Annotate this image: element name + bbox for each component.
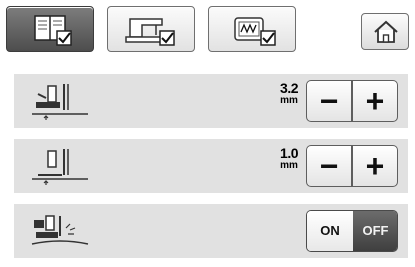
foot-pressure-increase-button[interactable]: + xyxy=(352,145,398,187)
presser-foot-pressure-icon xyxy=(32,149,88,185)
tab-settings-general[interactable] xyxy=(6,6,94,52)
foot-height-stepper: − + xyxy=(306,80,398,122)
tab-settings-embroidery[interactable] xyxy=(208,6,296,52)
foot-height-unit: mm xyxy=(280,95,298,106)
minus-icon: − xyxy=(319,148,339,184)
plus-icon: + xyxy=(365,83,385,119)
home-icon xyxy=(374,20,398,43)
foot-height-value: 3.2 mm xyxy=(280,81,298,106)
foot-pressure-decrease-button[interactable]: − xyxy=(306,145,352,187)
setting-row-pivot-sensor: ON OFF xyxy=(14,204,408,258)
plus-icon: + xyxy=(365,148,385,184)
foot-height-decrease-button[interactable]: − xyxy=(306,80,352,122)
settings-book-icon xyxy=(34,15,72,46)
pivot-sensor-icon xyxy=(31,215,89,245)
foot-height-number: 3.2 xyxy=(280,80,298,96)
foot-pressure-unit: mm xyxy=(280,160,298,171)
setting-row-foot-height: 3.2 mm − + xyxy=(14,74,408,128)
embroidery-frame-icon xyxy=(234,17,276,46)
setting-row-foot-pressure: 1.0 mm − + xyxy=(14,139,408,193)
toggle-off-option[interactable]: OFF xyxy=(353,211,397,251)
pivot-sensor-toggle[interactable]: ON OFF xyxy=(306,210,398,252)
top-tab-bar xyxy=(6,6,409,52)
presser-foot-height-icon xyxy=(32,84,88,120)
foot-pressure-value: 1.0 mm xyxy=(280,146,298,171)
sewing-machine-icon xyxy=(125,18,175,46)
tab-settings-sewing[interactable] xyxy=(107,6,195,52)
foot-pressure-number: 1.0 xyxy=(280,145,298,161)
minus-icon: − xyxy=(319,83,339,119)
home-button[interactable] xyxy=(361,13,409,50)
foot-height-increase-button[interactable]: + xyxy=(352,80,398,122)
toggle-on-option[interactable]: ON xyxy=(307,211,353,251)
foot-pressure-stepper: − + xyxy=(306,145,398,187)
